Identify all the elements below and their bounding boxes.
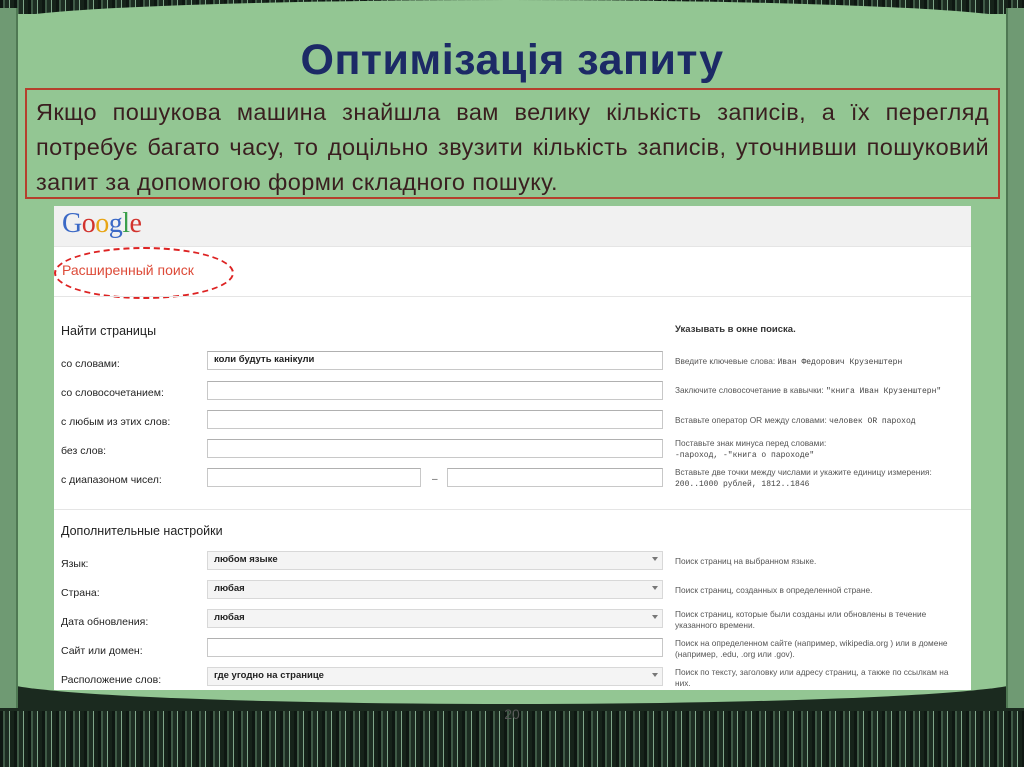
chevron-down-icon [652, 557, 658, 561]
update-date-hint: Поиск страниц, которые были созданы или … [675, 609, 927, 630]
logo-letter: o [95, 208, 109, 239]
exact-phrase-hint: Заключите словосочетание в кавычки: "кни… [675, 385, 960, 397]
none-words-input[interactable] [207, 439, 663, 458]
update-date-select[interactable]: любая [207, 609, 663, 628]
logo-letter: G [62, 208, 82, 239]
hint-example: 200..1000 рублей, 1812..1846 [675, 480, 810, 489]
google-header: Google [54, 206, 971, 247]
all-words-label: со словами: [61, 358, 120, 370]
logo-letter: l [122, 208, 130, 239]
site-domain-hint: Поиск на определенном сайте (например, w… [675, 638, 948, 659]
logo-letter: g [108, 208, 123, 239]
language-select[interactable]: любом языке [207, 551, 663, 570]
advanced-settings-heading: Дополнительные настройки [61, 524, 223, 538]
chevron-down-icon [652, 586, 658, 590]
logo-letter: e [129, 208, 142, 239]
word-location-select-value: где угодно на странице [214, 670, 324, 681]
number-range-hint: Вставьте две точки между числами и укажи… [675, 467, 960, 490]
hint-example: человек OR пароход [829, 417, 916, 426]
hint-heading: Указывать в окне поиска. [675, 324, 796, 335]
any-words-label: с любым из этих слов: [61, 416, 171, 428]
range-dash: – [432, 474, 438, 485]
hint-text: Вставьте две точки между числами и укажи… [675, 467, 932, 477]
any-words-hint: Вставьте оператор OR между словами: чело… [675, 415, 960, 427]
hint-text: Поставьте знак минуса перед словами: [675, 438, 827, 448]
number-range-from-input[interactable] [207, 468, 421, 487]
word-location-select[interactable]: где угодно на странице [207, 667, 663, 686]
chevron-down-icon [652, 673, 658, 677]
slide-text-box: Якщо пошукова машина знайшла вам велику … [25, 88, 1000, 199]
exact-phrase-input[interactable] [207, 381, 663, 400]
hint-text: Вставьте оператор OR между словами: [675, 415, 830, 425]
update-date-select-value: любая [214, 612, 245, 623]
exact-phrase-label: со словосочетанием: [61, 387, 164, 399]
language-hint: Поиск страниц на выбранном языке. [675, 556, 817, 566]
number-range-label: с диапазоном чисел: [61, 474, 162, 486]
hint-example: -пароход, -"книга о пароходе" [675, 451, 815, 460]
word-location-hint: Поиск по тексту, заголовку или адресу ст… [675, 667, 949, 688]
slide-text: Якщо пошукова машина знайшла вам велику … [36, 99, 989, 195]
all-words-hint: Введите ключевые слова: Иван Федорович К… [675, 356, 960, 368]
none-words-hint: Поставьте знак минуса перед словами: -пар… [675, 438, 960, 461]
logo-letter: o [81, 208, 96, 239]
scroll-edge-left [0, 8, 18, 708]
hint-text: Заключите словосочетание в кавычки: [675, 385, 826, 395]
country-select-value: любая [214, 583, 245, 594]
all-words-input[interactable]: коли будуть канікули [207, 351, 663, 370]
hint-example: Иван Федорович Крузенштерн [777, 358, 903, 367]
number-range-to-input[interactable] [447, 468, 663, 487]
country-hint: Поиск страниц, созданных в определенной … [675, 585, 873, 595]
site-domain-label: Сайт или домен: [61, 645, 143, 657]
google-logo[interactable]: Google [62, 208, 142, 240]
word-location-label: Расположение слов: [61, 674, 162, 686]
google-advanced-search-screenshot: Google Расширенный поиск Найти страницы … [54, 206, 971, 690]
language-select-value: любом языке [214, 554, 278, 565]
divider [54, 509, 971, 510]
site-domain-input[interactable] [207, 638, 663, 657]
country-label: Страна: [61, 587, 100, 599]
slide-title: Оптимізація запиту [300, 36, 724, 84]
divider [54, 296, 971, 297]
any-words-input[interactable] [207, 410, 663, 429]
country-select[interactable]: любая [207, 580, 663, 599]
chevron-down-icon [652, 615, 658, 619]
scroll-edge-right [1006, 8, 1024, 708]
language-label: Язык: [61, 558, 89, 570]
page-number: 20 [504, 706, 520, 722]
none-words-label: без слов: [61, 445, 107, 457]
hint-example: "книга Иван Крузенштерн" [825, 387, 942, 396]
hint-text: Введите ключевые слова: [675, 356, 778, 366]
update-date-label: Дата обновления: [61, 616, 149, 628]
find-pages-heading: Найти страницы [61, 324, 157, 338]
advanced-search-title: Расширенный поиск [62, 262, 194, 278]
